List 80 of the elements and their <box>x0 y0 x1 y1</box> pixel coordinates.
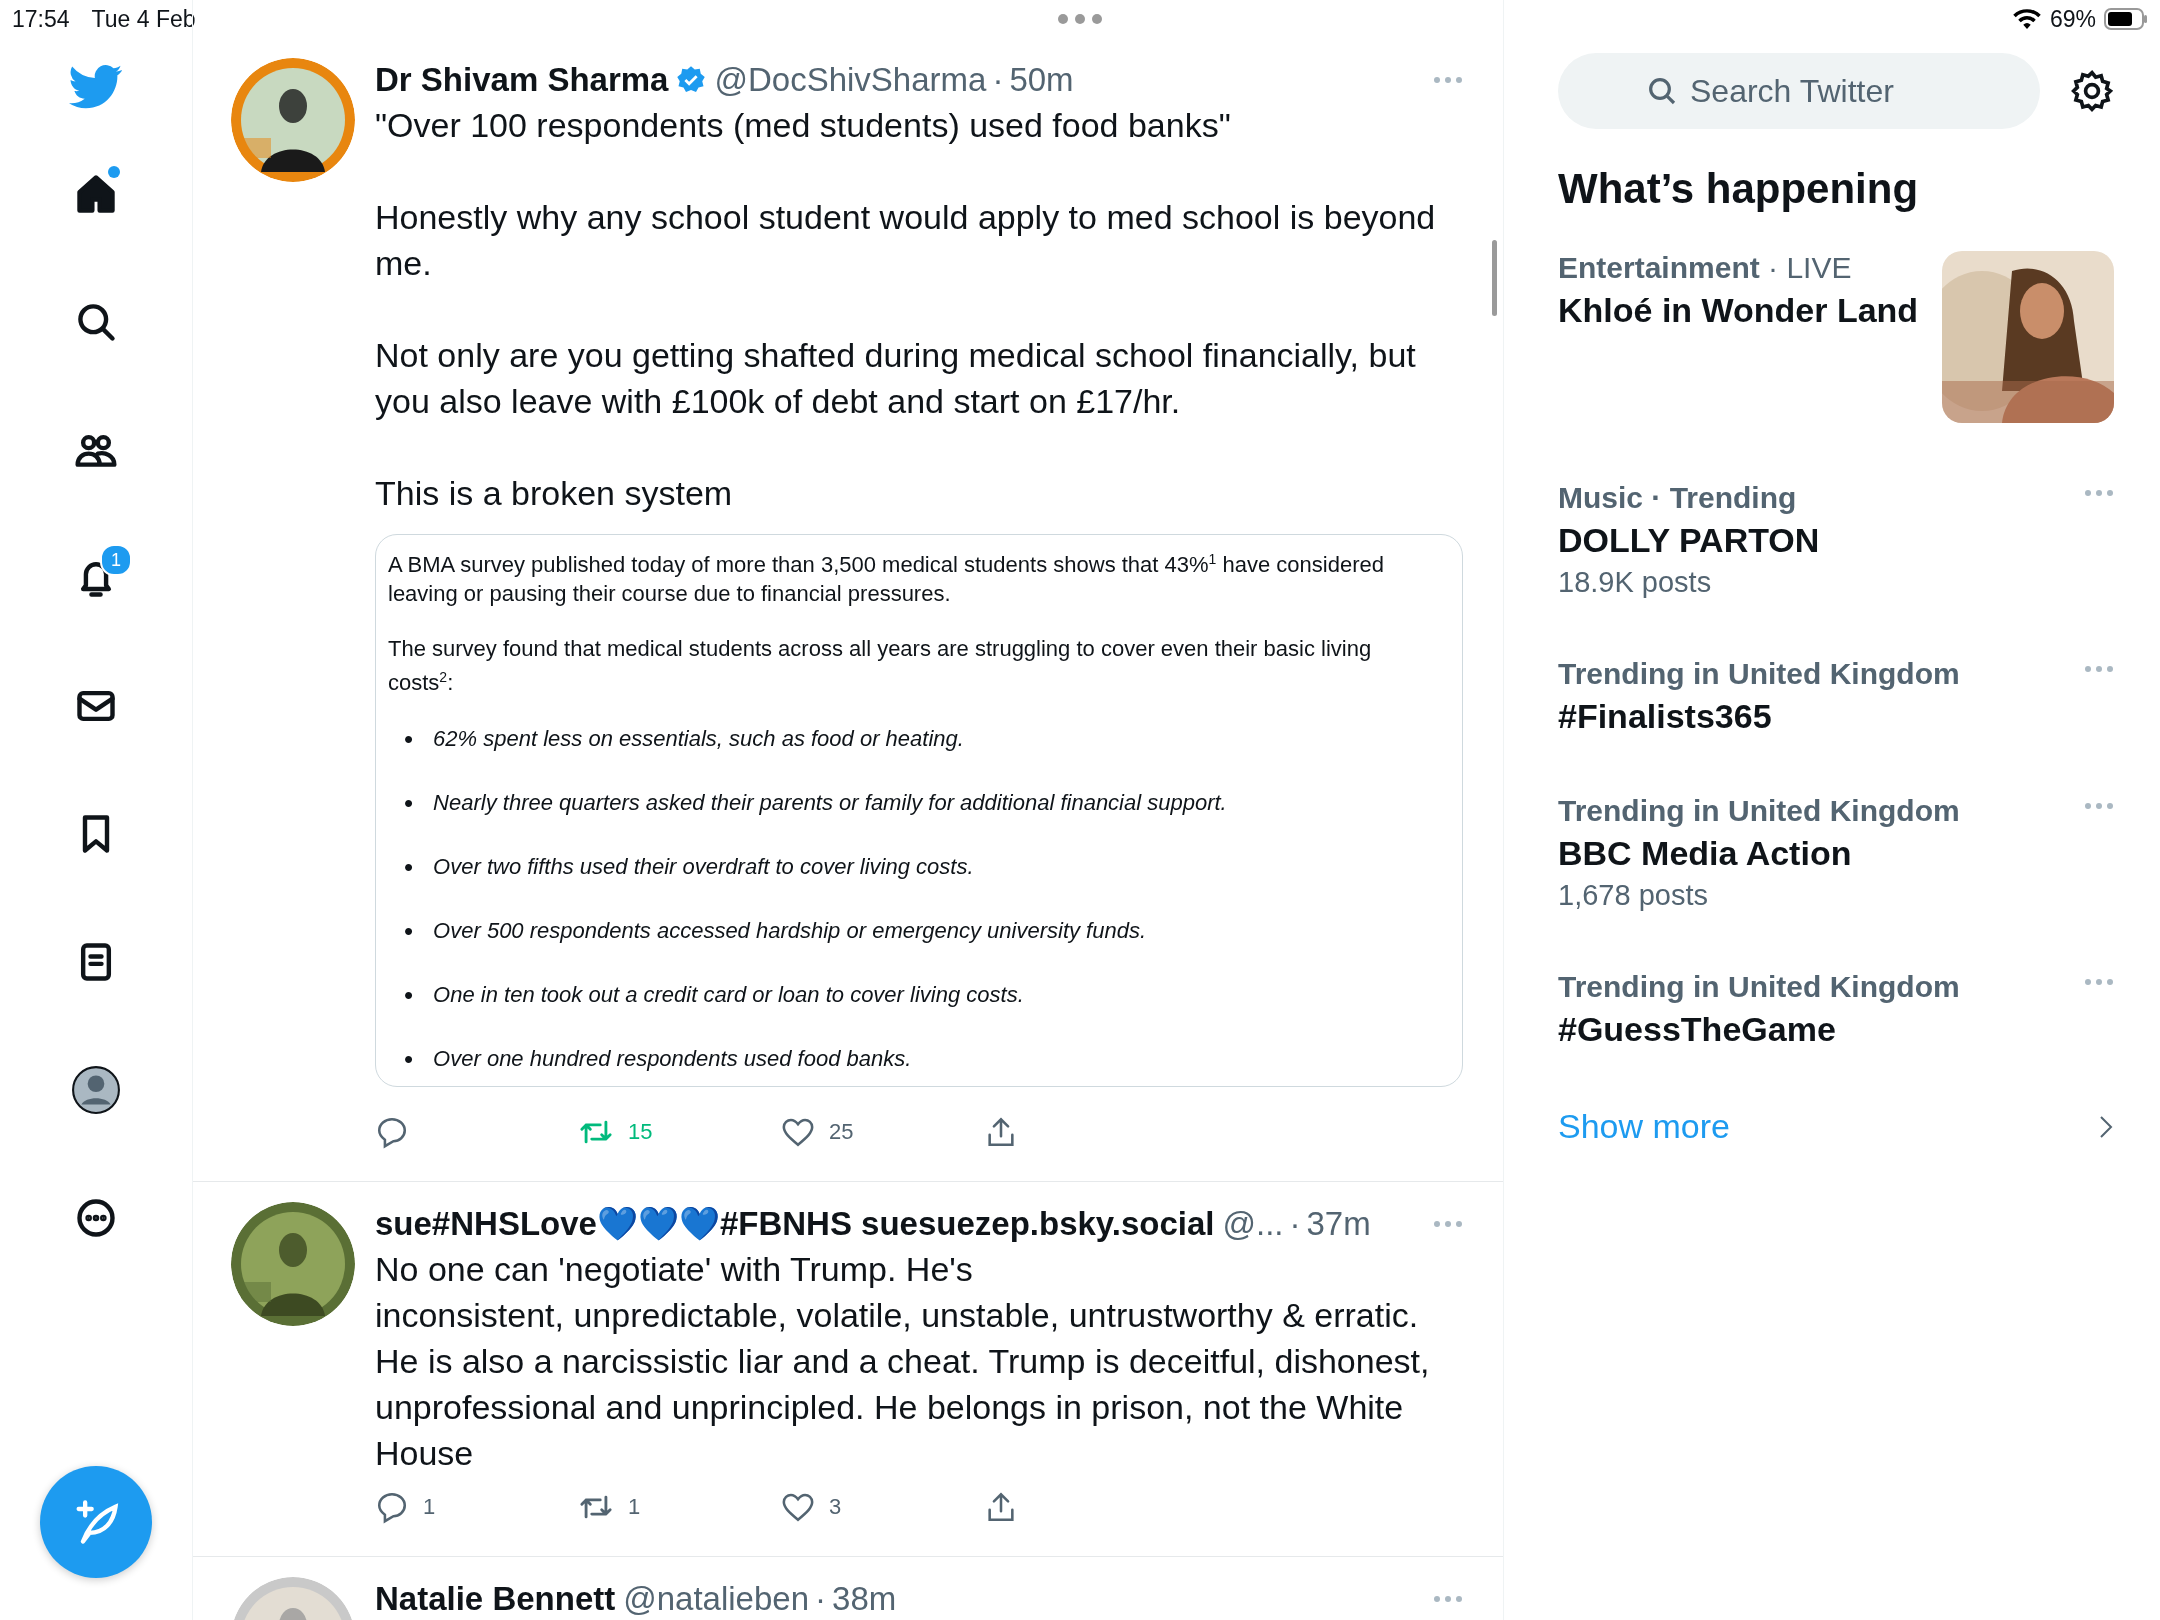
bullet-marker: • <box>404 915 414 946</box>
trend-topic: DOLLY PARTON <box>1558 521 1820 560</box>
home-icon <box>74 172 118 216</box>
battery-percent: 69% <box>2049 5 2096 33</box>
chevron-right-icon <box>2098 1113 2114 1140</box>
separator-dot: · <box>815 1579 827 1618</box>
trend-topic: #GuessTheGame <box>1558 1010 1837 1049</box>
trend-category: Entertainment <box>1558 251 1760 284</box>
trend-item[interactable]: Trending in United Kingdom BBC Media Action 1,678 posts <box>1558 794 2114 912</box>
more-icon[interactable] <box>2084 665 2114 673</box>
bullet-marker: • <box>404 723 414 754</box>
document-text: The survey found that medical students across all years are struggling to cover even their basic living costs$^{2}$: <box>388 635 1373 698</box>
trend-category: Trending in United Kingdom <box>1558 794 1960 827</box>
like-button[interactable]: 25 <box>781 1114 984 1149</box>
trend-topic: BBC Media Action <box>1558 834 1853 873</box>
settings-icon <box>2070 69 2114 113</box>
search-icon <box>1646 75 1678 107</box>
trend-item[interactable]: Music · Trending DOLLY PARTON 18.9K posts <box>1558 481 2114 599</box>
retweet-button[interactable]: 1 <box>578 1489 781 1524</box>
more-icon[interactable] <box>1433 76 1463 84</box>
separator-dot: · <box>1289 1204 1301 1243</box>
trend-item[interactable]: Entertainment · LIVE Khloé in Wonder Land <box>1558 251 2114 423</box>
document-bullet: One in ten took out a credit card or loan to cover living costs. <box>433 980 1025 1009</box>
compose-button[interactable] <box>40 1466 152 1578</box>
trend-item[interactable]: Trending in United Kingdom #GuessTheGame <box>1558 970 2114 1049</box>
document-text: A BMA survey published today of more than 3,500 medical students shows that 43%$^{1}$ have considered leaving or pausing their course due to financial pressures. <box>388 550 1385 609</box>
window-dots-icon <box>1058 14 1102 24</box>
more-icon[interactable] <box>1433 1594 1463 1603</box>
separator-dot: · <box>1767 251 1780 284</box>
bullet-marker: • <box>404 1043 414 1074</box>
search-input[interactable]: Search Twitter <box>1688 71 1952 111</box>
author-name[interactable]: sue#NHSLove💙💙💙#FBNHS suesuezep.bsky.social <box>375 1204 1215 1244</box>
tweet-text: Not only are you getting shafted during medical school financially, but you also leave with £100k of debt and start on £17/hr. <box>375 335 1417 422</box>
trend-category: Trending in United Kingdom <box>1558 657 1960 690</box>
more-icon[interactable] <box>2084 802 2114 810</box>
tweet-text: No one can 'negotiate' with Trump. He's inconsistent, unpredictable, volatile, unstable, untrustworthy & erratic. He is also a narcissistic liar and a cheat. Trump is deceitful, dishonest, unprofessional and unprincipled. He belongs in prison, not the White House <box>375 1248 1431 1474</box>
notification-badge: 1 <box>100 544 132 576</box>
settings-button[interactable] <box>2070 69 2114 113</box>
more-icon[interactable] <box>2084 978 2114 986</box>
scroll-bar[interactable] <box>1492 240 1497 316</box>
document-bullet: 62% spent less on essentials, such as food or heating. <box>433 724 965 753</box>
like-button[interactable]: 3 <box>781 1489 984 1524</box>
reply-button[interactable]: 1 <box>375 1489 578 1524</box>
author-handle[interactable]: @DocShivSharma <box>714 61 987 99</box>
trend-topic: #Finalists365 <box>1558 697 1773 736</box>
wifi-icon <box>2011 7 2042 31</box>
battery-icon <box>2104 8 2148 30</box>
post-count: 18.9K posts <box>1558 566 1713 599</box>
document-bullet: Over two fifths used their overdraft to cover living costs. <box>433 852 975 881</box>
trend-topic: Khloé in Wonder Land <box>1558 291 1919 330</box>
author-name[interactable]: Dr Shivam Sharma <box>375 61 669 99</box>
tweet-text: Honestly why any school student would apply to med school is beyond me. <box>375 197 1437 284</box>
document-bullet: Over one hundred respondents used food banks. <box>433 1044 913 1073</box>
tweet-time: 37m <box>1306 1204 1371 1243</box>
trend-context: LIVE <box>1786 251 1852 284</box>
trend-category: Trending in United Kingdom <box>1558 970 1960 1003</box>
avatar-icon <box>71 1065 121 1115</box>
tweet-time: 50m <box>1009 61 1074 99</box>
trend-item[interactable]: Trending in United Kingdom #Finalists365 <box>1558 657 2114 736</box>
author-handle[interactable]: @natalieben <box>623 1579 810 1618</box>
bullet-marker: • <box>404 851 414 882</box>
more-icon[interactable] <box>1433 1219 1463 1228</box>
bird-logo-icon[interactable] <box>69 64 123 110</box>
author-handle[interactable]: @... <box>1222 1204 1284 1243</box>
status-time: 17:54 <box>12 5 70 32</box>
tweet-time: 38m <box>832 1579 897 1618</box>
post-count: 1,678 posts <box>1558 879 1709 912</box>
bullet-marker: • <box>404 979 414 1010</box>
tweet-text: This is a broken system <box>375 473 734 514</box>
separator-dot: · <box>992 61 1004 99</box>
search-field[interactable]: Search Twitter <box>1558 53 2040 129</box>
more-icon <box>74 1196 118 1240</box>
author-name[interactable]: Natalie Bennett <box>375 1579 616 1618</box>
document-bullet: Over 500 respondents accessed hardship or emergency university funds. <box>433 916 1148 945</box>
tweet-text: "Over 100 respondents (med students) used food banks" <box>375 105 1232 146</box>
section-title: What’s happening <box>1558 165 1920 213</box>
more-icon[interactable] <box>2084 489 2114 497</box>
document-bullet: Nearly three quarters asked their parents or family for additional financial support. <box>433 788 1228 817</box>
trend-category: Music · Trending <box>1558 481 1797 514</box>
bullet-marker: • <box>404 787 414 818</box>
